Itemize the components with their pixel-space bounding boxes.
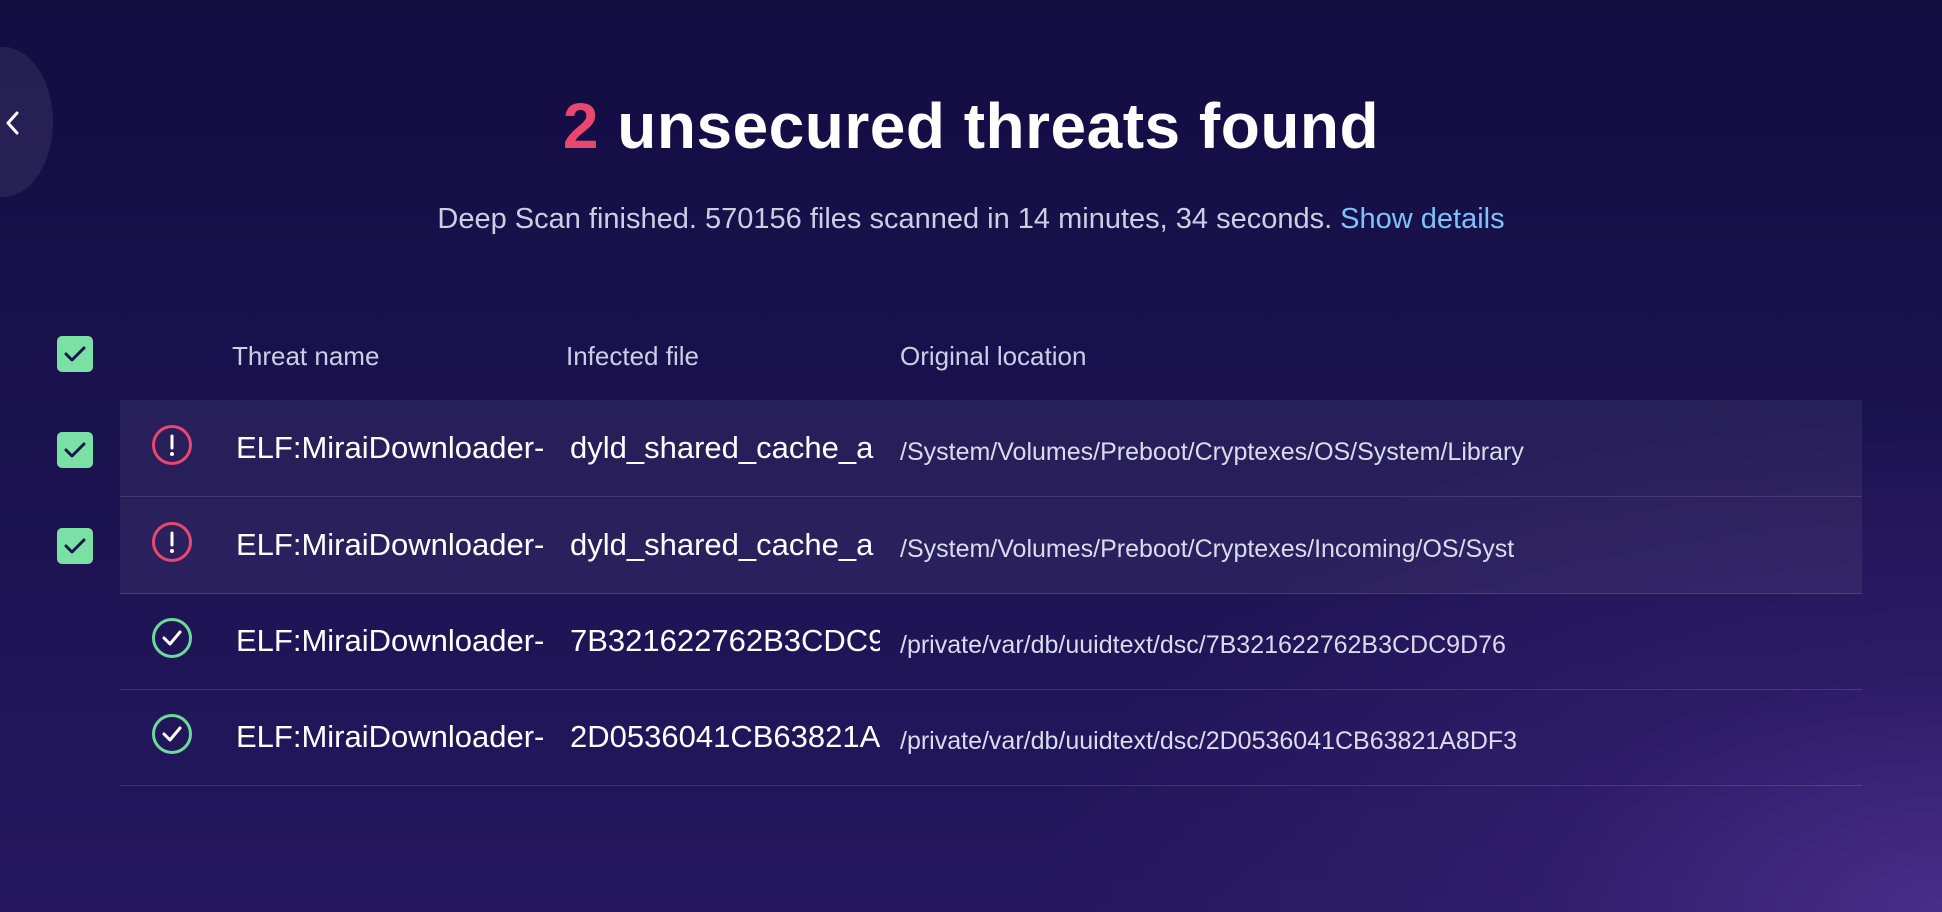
column-header-infected-file: Infected file [566, 341, 699, 371]
show-details-link[interactable]: Show details [1340, 203, 1504, 235]
exclamation-icon [170, 434, 174, 456]
row-checkbox[interactable] [57, 528, 93, 564]
column-header-threat-name: Threat name [232, 341, 380, 371]
checkmark-icon [64, 346, 86, 362]
row-checkbox[interactable] [57, 432, 93, 468]
table-row[interactable]: ELF:MiraiDownloader- dyld_shared_cache_a… [120, 400, 1862, 497]
checkmark-icon [162, 726, 182, 742]
select-all-checkbox[interactable] [57, 336, 93, 372]
column-header-original-location: Original location [900, 341, 1087, 371]
table-row[interactable]: ELF:MiraiDownloader- 2D0536041CB63821A /… [120, 689, 1862, 786]
checkmark-icon [64, 442, 86, 458]
infected-file: 7B321622762B3CDC9 [570, 623, 880, 658]
unsecured-status-icon [152, 425, 192, 465]
page-title: 2 unsecured threats found [0, 86, 1942, 166]
infected-file: 2D0536041CB63821A [570, 719, 880, 754]
infected-file: dyld_shared_cache_a [570, 430, 874, 465]
unsecured-status-icon [152, 522, 192, 562]
scan-summary-line: Deep Scan finished. 570156 files scanned… [0, 200, 1942, 238]
scan-summary: Deep Scan finished. 570156 files scanned… [437, 203, 1333, 235]
checkmark-icon [64, 538, 86, 554]
secured-status-icon [152, 618, 192, 658]
threat-count: 2 [562, 90, 599, 162]
table-row[interactable]: ELF:MiraiDownloader- dyld_shared_cache_a… [120, 497, 1862, 594]
original-location: /private/var/db/uuidtext/dsc/2D0536041CB… [900, 727, 1518, 755]
infected-file: dyld_shared_cache_a [570, 527, 874, 562]
original-location: /System/Volumes/Preboot/Cryptexes/OS/Sys… [900, 438, 1524, 466]
checkmark-icon [162, 630, 182, 646]
original-location: /private/var/db/uuidtext/dsc/7B321622762… [900, 631, 1506, 659]
table-row[interactable]: ELF:MiraiDownloader- 7B321622762B3CDC9 /… [120, 593, 1862, 690]
exclamation-icon [170, 531, 174, 553]
original-location: /System/Volumes/Preboot/Cryptexes/Incomi… [900, 535, 1515, 563]
title-text: unsecured threats found [599, 90, 1380, 162]
secured-status-icon [152, 714, 192, 754]
